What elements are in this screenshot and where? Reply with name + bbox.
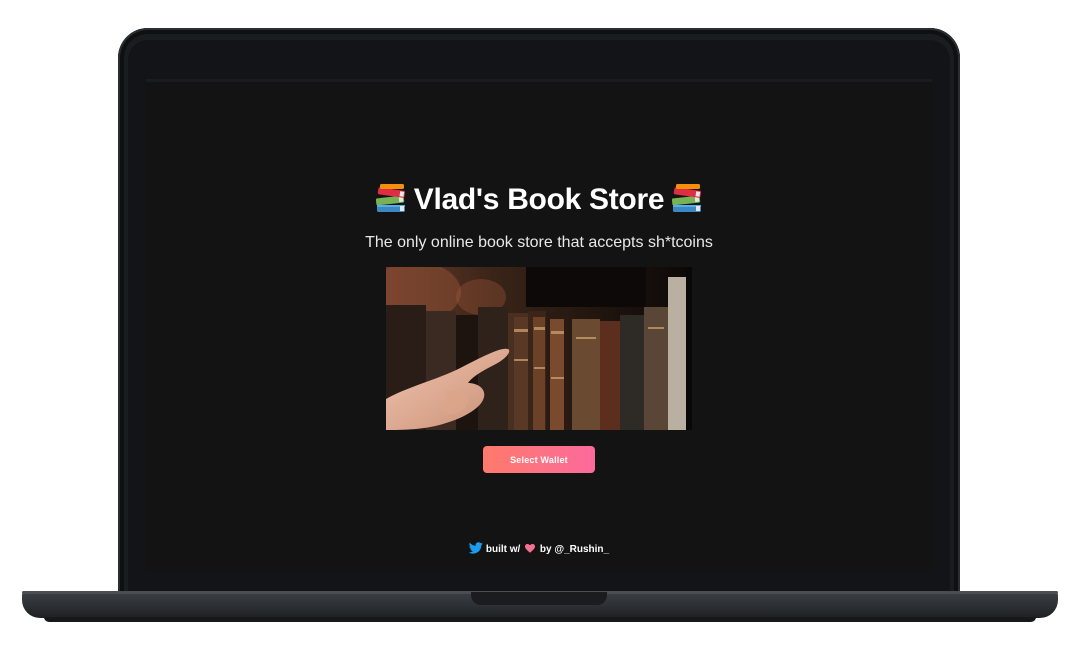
tagline: The only online book store that accepts … [365, 234, 713, 251]
page-title: Vlad's Book Store [413, 183, 665, 216]
footer-by: by [539, 544, 552, 555]
books-emoji-icon [375, 184, 405, 212]
laptop-opening-notch [471, 592, 607, 605]
laptop-mockup: Vlad's Book Store The only online book s… [0, 0, 1080, 663]
books-emoji-icon [672, 184, 702, 212]
page-title-row: Vlad's Book Store [146, 182, 932, 218]
books-on-shelf-image [386, 267, 692, 430]
footer-credit: built w/ by @_Rushin_ [146, 542, 932, 557]
heart-icon [525, 544, 536, 553]
laptop-base-shadow [44, 617, 1036, 622]
author-handle-link[interactable]: @_Rushin_ [554, 544, 609, 555]
twitter-icon[interactable] [468, 542, 483, 554]
footer-prefix: built w/ [485, 544, 521, 555]
app-page: Vlad's Book Store The only online book s… [146, 82, 932, 572]
select-wallet-button[interactable]: Select Wallet [483, 446, 595, 473]
screen: Vlad's Book Store The only online book s… [146, 82, 932, 572]
